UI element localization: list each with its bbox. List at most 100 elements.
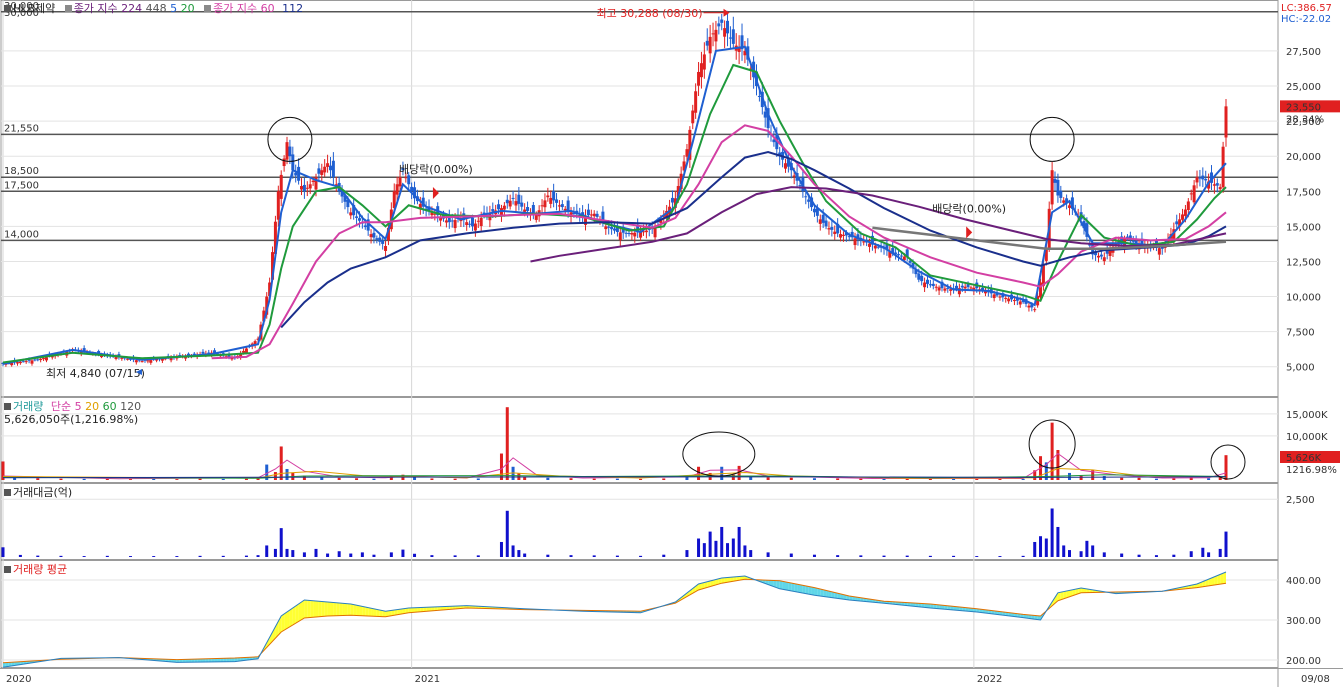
avg-volume-panel-header: 거래량 평균	[4, 563, 67, 577]
volume-bar	[836, 478, 840, 480]
volume-bar	[36, 478, 40, 480]
legend-square-icon	[204, 5, 212, 12]
price-panel-header: HLB제약 종가 지수 224 448 5 20 종가 지수 60 112	[4, 2, 303, 16]
avg-fill-segment	[1220, 573, 1224, 585]
candle-body	[126, 358, 130, 360]
avg-fill-segment	[791, 583, 795, 592]
volume-bar	[1207, 478, 1211, 480]
candle-body	[931, 283, 935, 287]
candle-body	[384, 246, 388, 251]
avg-fill-segment	[330, 602, 334, 616]
candle-body	[1027, 305, 1031, 308]
y-tick-label: 15,000	[1286, 222, 1321, 233]
value-bar	[882, 555, 886, 557]
volume-bar	[569, 478, 573, 480]
value-bar	[1137, 554, 1141, 557]
candle-body	[24, 361, 28, 363]
candle-body	[549, 197, 553, 204]
avg-fill-segment	[353, 604, 357, 616]
value-bar	[244, 555, 248, 557]
x-tick-label: 2022	[977, 674, 1002, 685]
volume-tick-label: 10,000K	[1286, 432, 1328, 443]
candle-body	[824, 220, 828, 227]
value-bar	[812, 554, 816, 557]
candle-body	[943, 288, 947, 291]
value-bar	[1039, 536, 1043, 557]
y-tick-label: 5,000	[1286, 363, 1315, 374]
candle-body	[305, 187, 309, 189]
legend-square-icon	[4, 489, 11, 496]
candle-body	[853, 238, 857, 246]
candle-body	[320, 170, 324, 175]
candle-body	[465, 222, 469, 226]
value-bar	[256, 555, 260, 557]
avg-fill-segment	[295, 604, 299, 624]
value-bar	[175, 556, 179, 557]
value-bar	[737, 526, 741, 557]
value-bar	[285, 548, 289, 557]
candle-body	[404, 177, 408, 179]
level-label: 18,500	[4, 166, 39, 177]
value-bar	[302, 552, 306, 557]
value-bar	[726, 543, 730, 557]
candle-body	[917, 273, 921, 280]
candle-body	[644, 230, 648, 233]
candle-body	[302, 184, 306, 192]
value-bar	[731, 538, 735, 557]
volume-bar	[129, 479, 133, 480]
candle-body	[1108, 250, 1112, 256]
candle-body	[326, 163, 330, 167]
candle-body	[331, 160, 335, 178]
avg-fill-segment	[315, 601, 319, 617]
value-tick-label: 2,500	[1286, 495, 1315, 506]
candle-body	[720, 19, 724, 23]
value-bar	[198, 555, 202, 557]
value-bar	[499, 541, 503, 557]
candle-body	[555, 199, 559, 203]
value-bar	[905, 555, 909, 557]
candle-body	[363, 225, 367, 228]
candle-body	[450, 220, 454, 222]
candle-body	[355, 216, 359, 218]
candle-body	[566, 200, 570, 211]
y-tick-label: 17,500	[1286, 187, 1321, 198]
value-bar	[592, 555, 596, 557]
candle-body	[42, 358, 46, 360]
candle-body	[30, 360, 34, 364]
value-bar	[1224, 531, 1228, 557]
candle-body	[505, 199, 509, 204]
avg-tick-label: 400.00	[1286, 576, 1321, 587]
y-tick-label: 10,000	[1286, 293, 1321, 304]
candle-body	[763, 111, 767, 118]
candle-body	[757, 95, 761, 97]
volume-bar	[662, 478, 666, 480]
volume-bar	[615, 478, 619, 480]
value-bar	[697, 538, 701, 557]
candle-body	[607, 226, 611, 228]
stock-name: HLB제약	[13, 2, 56, 15]
candle-body	[1204, 179, 1208, 181]
candle-body	[1186, 201, 1190, 210]
value-bar	[1079, 551, 1083, 557]
x-tick-label: 2020	[6, 674, 31, 685]
volume-bar	[273, 472, 277, 480]
candle-body	[818, 219, 822, 224]
last-change-label: 28.34%	[1286, 114, 1324, 125]
value-bar	[639, 555, 643, 557]
candle-body	[899, 255, 903, 257]
candle-body	[523, 209, 527, 212]
candle-body	[476, 220, 480, 222]
volume-bar	[975, 479, 979, 480]
candle-body	[705, 40, 709, 46]
avg-fill-segment	[350, 604, 354, 616]
candle-body	[1099, 254, 1103, 257]
volume-bar	[505, 407, 509, 480]
volume-bar	[453, 478, 457, 480]
candle-body	[1224, 106, 1228, 138]
avg-fill-segment	[411, 607, 415, 613]
value-bar	[337, 551, 341, 557]
candle-body	[697, 71, 701, 86]
volume-bar	[175, 479, 179, 480]
avg-fill-segment	[344, 603, 348, 616]
candle-body	[134, 360, 138, 363]
